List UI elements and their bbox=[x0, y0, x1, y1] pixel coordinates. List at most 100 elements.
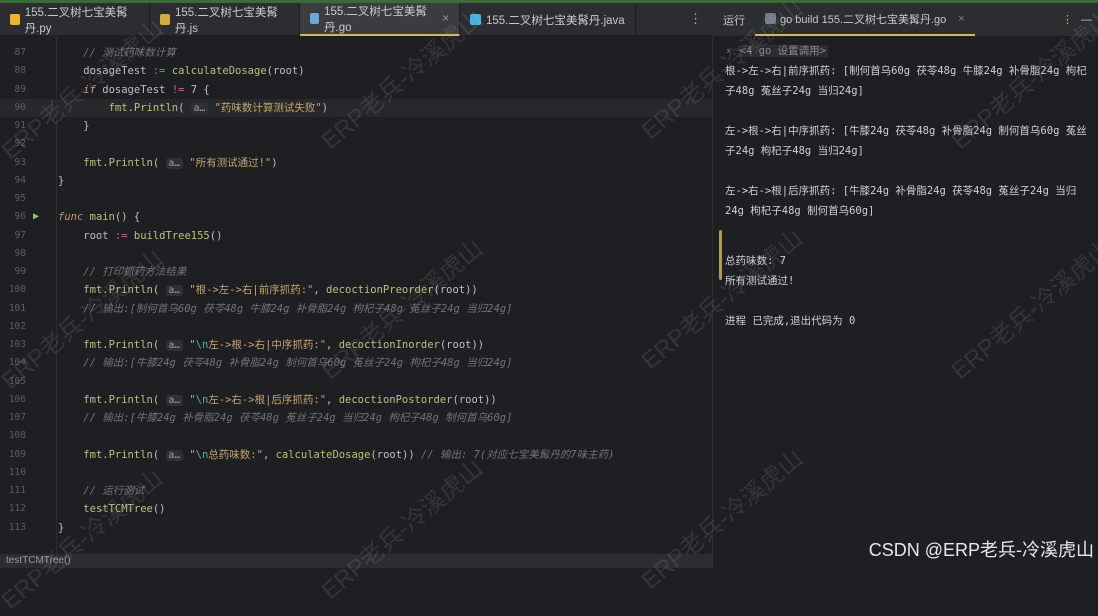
line-number: 91 bbox=[14, 120, 26, 131]
code-text: // 运行测试 bbox=[83, 485, 145, 497]
tab-run[interactable]: 运行 bbox=[713, 3, 755, 36]
code-line[interactable]: 110 bbox=[0, 464, 712, 482]
code-text: fmt.Println( a… "根->左->右|前序抓药:", decocti… bbox=[83, 284, 478, 297]
code-line[interactable]: 99 // 打印抓药方法结果 bbox=[0, 263, 712, 281]
code-text: // 输出:[牛膝24g 茯苓48g 补骨脂24g 制何首乌60g 菟丝子24g… bbox=[83, 357, 513, 370]
run-icon[interactable]: ▶ bbox=[33, 208, 39, 226]
code-line[interactable]: 90 fmt.Println( a… "药味数计算测试失败") bbox=[0, 98, 712, 117]
code-line[interactable]: 98 bbox=[0, 245, 712, 263]
code-line[interactable]: 97 root := buildTree155() bbox=[0, 227, 712, 245]
run-tabs: 运行 go build 155.二叉树七宝美髯丹.go × ⋮ — bbox=[713, 3, 1098, 36]
csdn-credit: CSDN @ERP老兵-冷溪虎山 bbox=[868, 540, 1094, 560]
go-icon bbox=[310, 13, 320, 24]
code-line[interactable]: 103 fmt.Println( a… "\n左->根->右|中序抓药:", d… bbox=[0, 336, 712, 354]
output-line: 进程 已完成,退出代码为 0 bbox=[725, 315, 856, 327]
code-text: fmt.Println( a… "\n总药味数:", calculateDosa… bbox=[83, 448, 615, 461]
tab-go[interactable]: 155.二叉树七宝美髯丹.go × bbox=[300, 3, 460, 36]
tab-label: 155.二叉树七宝美髯丹.py bbox=[24, 6, 128, 35]
line-number: 105 bbox=[8, 375, 26, 387]
line-number: 113 bbox=[8, 521, 26, 533]
line-number: 87 bbox=[14, 47, 26, 58]
output-line: 根->左->右|前序抓药: [制何首乌60g 茯苓48g 牛膝24g 补骨脂24… bbox=[725, 65, 1087, 97]
breadcrumb[interactable]: testTCMTree() bbox=[0, 554, 712, 568]
code-line[interactable]: 102 bbox=[0, 318, 712, 336]
code-text: // 测试药味数计算 bbox=[83, 47, 176, 59]
code-text: root := buildTree155() bbox=[58, 229, 223, 242]
line-number: 112 bbox=[8, 503, 26, 515]
line-number: 110 bbox=[8, 466, 26, 478]
code-text: func main() { bbox=[58, 211, 141, 224]
line-number: 100 bbox=[8, 284, 26, 296]
code-text: fmt.Println( a… "所有测试通过!") bbox=[83, 156, 278, 169]
output-line: 所有测试通过! bbox=[725, 275, 795, 287]
expand-icon[interactable]: › bbox=[725, 45, 738, 57]
line-number: 89 bbox=[14, 83, 26, 95]
code-text: testTCMTree() bbox=[83, 503, 166, 516]
code-line[interactable]: 91 } bbox=[0, 117, 712, 135]
tab-python[interactable]: 155.二叉树七宝美髯丹.py bbox=[0, 3, 150, 36]
tab-go-build-label: go build 155.二叉树七宝美髯丹.go bbox=[780, 13, 947, 26]
code-line[interactable]: 92 bbox=[0, 135, 712, 153]
go-build-icon bbox=[765, 13, 776, 24]
code-line[interactable]: 93 fmt.Println( a… "所有测试通过!") bbox=[0, 154, 712, 172]
tab-java[interactable]: 155.二叉树七宝美髯丹.java bbox=[460, 3, 636, 36]
code-line[interactable]: 105 bbox=[0, 373, 712, 391]
line-number: 99 bbox=[14, 266, 26, 277]
tab-go-build[interactable]: go build 155.二叉树七宝美髯丹.go × bbox=[755, 3, 975, 36]
tab-label: 155.二叉树七宝美髯丹.js bbox=[174, 6, 278, 35]
close-icon[interactable]: × bbox=[442, 13, 449, 25]
code-editor[interactable]: 87 // 测试药味数计算 88 dosageTest := calculateD… bbox=[0, 36, 712, 554]
more-tabs-icon[interactable]: ⋮ bbox=[679, 3, 712, 35]
line-number: 102 bbox=[8, 320, 26, 332]
code-line[interactable]: 101 // 输出:[制何首乌60g 茯苓48g 牛膝24g 补骨脂24g 枸杞… bbox=[0, 300, 712, 318]
line-number: 88 bbox=[14, 65, 26, 77]
code-text: } bbox=[58, 521, 65, 534]
code-line[interactable]: 95 bbox=[0, 190, 712, 208]
code-line[interactable]: 87 // 测试药味数计算 bbox=[0, 44, 712, 62]
more-icon[interactable]: ⋮ bbox=[1062, 13, 1081, 26]
code-line[interactable]: 107 // 输出:[牛膝24g 补骨脂24g 茯苓48g 菟丝子24g 当归2… bbox=[0, 409, 712, 427]
console-output[interactable]: › <4 go 设置调用> 根->左->右|前序抓药: [制何首乌60g 茯苓4… bbox=[725, 41, 1095, 331]
code-line[interactable]: 109 fmt.Println( a… "\n总药味数:", calculate… bbox=[0, 446, 712, 464]
run-panel: 运行 go build 155.二叉树七宝美髯丹.go × ⋮ — › <4 g… bbox=[712, 3, 1098, 568]
line-number: 101 bbox=[8, 302, 26, 314]
line-number: 104 bbox=[8, 357, 26, 369]
code-line[interactable]: 106 fmt.Println( a… "\n左->右->根|后序抓药:", d… bbox=[0, 391, 712, 409]
line-number: 97 bbox=[14, 229, 26, 241]
code-text: fmt.Println( a… "药味数计算测试失败") bbox=[108, 101, 329, 114]
code-line[interactable]: 112 testTCMTree() bbox=[0, 500, 712, 518]
line-number: 106 bbox=[8, 393, 26, 405]
js-icon bbox=[160, 14, 170, 25]
command-line: <4 go 设置调用> bbox=[737, 45, 828, 57]
code-line[interactable]: 96 ▶ func main() { bbox=[0, 208, 712, 226]
tab-js[interactable]: 155.二叉树七宝美髯丹.js bbox=[150, 3, 300, 36]
output-line: 总药味数: 7 bbox=[725, 255, 786, 267]
editor-tabs: 155.二叉树七宝美髯丹.py 155.二叉树七宝美髯丹.js 155.二叉树七宝美… bbox=[0, 3, 712, 36]
code-line[interactable]: 108 bbox=[0, 427, 712, 445]
code-line[interactable]: 94} bbox=[0, 172, 712, 190]
line-number: 107 bbox=[8, 412, 26, 423]
code-line[interactable]: 88 dosageTest := calculateDosage(root) bbox=[0, 62, 712, 80]
code-line[interactable]: 111 // 运行测试 bbox=[0, 482, 712, 500]
code-line[interactable]: 104 // 输出:[牛膝24g 茯苓48g 补骨脂24g 制何首乌60g 菟丝… bbox=[0, 354, 712, 372]
code-line[interactable]: 89 if dosageTest != 7 { bbox=[0, 81, 712, 99]
code-text: } bbox=[58, 120, 90, 132]
output-line: 左->右->根|后序抓药: [牛膝24g 补骨脂24g 茯苓48g 菟丝子24g… bbox=[725, 185, 1077, 217]
java-icon bbox=[470, 14, 481, 25]
line-number: 96 bbox=[14, 211, 26, 223]
line-number: 94 bbox=[14, 174, 26, 186]
python-icon bbox=[10, 14, 20, 25]
code-text: // 打印抓药方法结果 bbox=[83, 266, 187, 278]
tab-label: 155.二叉树七宝美髯丹.go bbox=[324, 5, 427, 34]
minimize-icon[interactable]: — bbox=[1081, 14, 1098, 26]
line-number: 103 bbox=[8, 339, 26, 350]
code-text: fmt.Println( a… "\n左->右->根|后序抓药:", decoc… bbox=[83, 393, 497, 406]
output-line: 左->根->右|中序抓药: [牛膝24g 茯苓48g 补骨脂24g 制何首乌60… bbox=[725, 125, 1087, 157]
line-number: 93 bbox=[14, 156, 26, 168]
code-line[interactable]: 113} bbox=[0, 519, 712, 537]
code-text: // 输出:[制何首乌60g 茯苓48g 牛膝24g 补骨脂24g 枸杞子48g… bbox=[83, 302, 513, 315]
output-marker bbox=[719, 230, 722, 280]
close-icon[interactable]: × bbox=[958, 13, 964, 25]
code-line[interactable]: 100 fmt.Println( a… "根->左->右|前序抓药:", dec… bbox=[0, 281, 712, 299]
